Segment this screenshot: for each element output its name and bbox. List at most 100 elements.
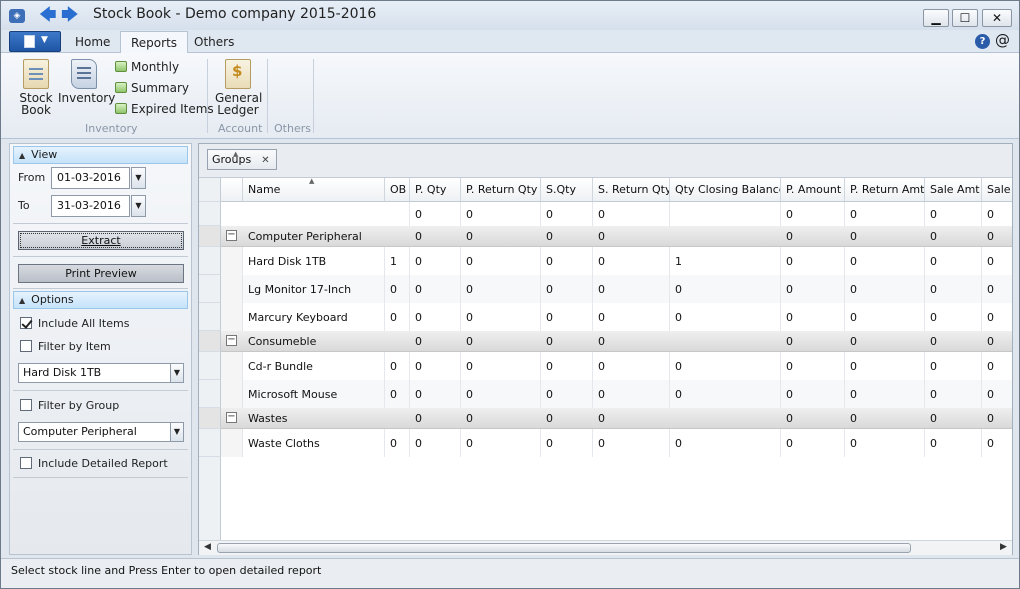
table-row[interactable]: Marcury Keyboard0000000000 (199, 303, 1012, 331)
inventory-button[interactable]: Inventory (58, 59, 110, 104)
column-header-p-amount[interactable]: P. Amount (781, 178, 845, 202)
value-cell: 0 (410, 331, 461, 351)
value-cell: 0 (593, 275, 670, 303)
general-ledger-button[interactable]: General Ledger (215, 59, 261, 116)
forward-arrow-icon[interactable]: 🡆 (61, 5, 79, 25)
column-header-qty-closing-balance[interactable]: Qty Closing Balance (670, 178, 781, 202)
collapse-icon[interactable]: − (226, 335, 237, 346)
row-selector[interactable] (199, 331, 221, 352)
collapse-icon[interactable]: − (226, 230, 237, 241)
extract-button[interactable]: Extract (18, 231, 184, 250)
indent-header (221, 178, 243, 202)
checkbox-icon (20, 457, 32, 469)
help-icon[interactable]: ? (975, 34, 990, 49)
value-cell: 0 (541, 380, 593, 408)
group-row[interactable]: −Consumeble00000000 (199, 331, 1012, 352)
table-row[interactable]: Lg Monitor 17-Inch0000000000 (199, 275, 1012, 303)
row-selector[interactable] (199, 352, 221, 380)
monthly-button[interactable]: Monthly (115, 59, 179, 75)
summary-icon (115, 82, 127, 93)
close-button[interactable]: ✕ (982, 9, 1012, 27)
column-header-p-return-qty[interactable]: P. Return Qty (461, 178, 541, 202)
column-header-s-return-qty[interactable]: S. Return Qty (593, 178, 670, 202)
value-cell: 0 (925, 408, 982, 428)
to-label: To (18, 199, 30, 212)
row-selector[interactable] (199, 226, 221, 247)
view-section-header[interactable]: ▲View (13, 146, 188, 164)
row-selector-fill (199, 457, 221, 540)
app-icon[interactable]: ◈ (9, 9, 25, 23)
expired-items-button[interactable]: Expired Items (115, 101, 214, 117)
row-indent (221, 429, 243, 457)
summary-row[interactable]: 00000000 (199, 202, 1012, 226)
value-cell: 0 (845, 247, 925, 275)
row-selector[interactable] (199, 408, 221, 429)
group-select-dropdown[interactable]: ▼ (170, 422, 184, 442)
include-detailed-report-checkbox[interactable]: Include Detailed Report (20, 457, 168, 470)
at-icon[interactable]: @ (995, 31, 1010, 49)
group-select[interactable]: Computer Peripheral ▼ (18, 422, 184, 442)
table-row[interactable]: Hard Disk 1TB1000010000 (199, 247, 1012, 275)
to-date-dropdown[interactable]: ▼ (131, 195, 146, 217)
minimize-button[interactable]: ▁ (923, 9, 949, 27)
column-header-label: P. Amount (786, 183, 841, 196)
table-row[interactable]: Cd-r Bundle0000000000 (199, 352, 1012, 380)
value-cell: 0 (410, 380, 461, 408)
scroll-right-icon[interactable]: ▶ (1000, 542, 1007, 552)
item-select-dropdown[interactable]: ▼ (170, 363, 184, 383)
item-select[interactable]: Hard Disk 1TB ▼ (18, 363, 184, 383)
value-cell: 0 (593, 352, 670, 380)
stock-book-button[interactable]: Stock Book (19, 59, 53, 116)
from-date-input[interactable]: 01-03-2016 (51, 167, 130, 189)
group-chip[interactable]: ▲ Groups✕ (207, 149, 277, 170)
value-cell: 0 (461, 352, 541, 380)
column-header-p-return-amt[interactable]: P. Return Amt (845, 178, 925, 202)
collapse-icon[interactable]: − (226, 412, 237, 423)
row-selector[interactable] (199, 429, 221, 457)
remove-group-icon[interactable]: ✕ (261, 155, 269, 166)
tab-others[interactable]: Others (184, 31, 244, 53)
row-selector[interactable] (199, 247, 221, 275)
value-cell: 0 (982, 408, 1012, 428)
filter-by-item-checkbox[interactable]: Filter by Item (20, 340, 111, 353)
group-row[interactable]: −Computer Peripheral00000000 (199, 226, 1012, 247)
group-row[interactable]: −Wastes00000000 (199, 408, 1012, 429)
to-date-input[interactable]: 31-03-2016 (51, 195, 130, 217)
include-all-items-checkbox[interactable]: Include All Items (20, 317, 129, 330)
application-menu-button[interactable]: ▼ (9, 31, 61, 52)
back-arrow-icon[interactable]: 🡄 (39, 5, 57, 25)
from-date-dropdown[interactable]: ▼ (131, 167, 146, 189)
options-section-header[interactable]: ▲Options (13, 291, 188, 309)
tab-home[interactable]: Home (65, 31, 120, 53)
column-header-sale[interactable]: Sale (982, 178, 1012, 202)
print-preview-button[interactable]: Print Preview (18, 264, 184, 283)
column-header-p-qty[interactable]: P. Qty (410, 178, 461, 202)
maximize-button[interactable]: ☐ (952, 9, 978, 27)
column-header-sale-amt[interactable]: Sale Amt (925, 178, 982, 202)
scrollbar-thumb[interactable] (217, 543, 911, 553)
row-selector[interactable] (199, 303, 221, 331)
tab-reports[interactable]: Reports (120, 31, 188, 54)
column-header-ob[interactable]: OB (385, 178, 410, 202)
value-cell: 0 (925, 247, 982, 275)
value-cell: 0 (982, 331, 1012, 351)
row-selector[interactable] (199, 275, 221, 303)
value-cell: 0 (925, 226, 982, 246)
row-selector[interactable] (199, 380, 221, 408)
table-row[interactable]: Waste Cloths0000000000 (199, 429, 1012, 457)
column-header-name[interactable]: Name▲ (243, 178, 385, 202)
scroll-left-icon[interactable]: ◀ (204, 542, 211, 552)
row-selector[interactable] (199, 202, 221, 226)
summary-button[interactable]: Summary (115, 80, 189, 96)
value-cell: 0 (461, 247, 541, 275)
value-cell: 0 (410, 275, 461, 303)
horizontal-scrollbar[interactable]: ◀ ▶ (199, 540, 1012, 555)
column-header-s-qty[interactable]: S.Qty (541, 178, 593, 202)
filter-by-group-checkbox[interactable]: Filter by Group (20, 399, 119, 412)
filter-by-group-label: Filter by Group (38, 399, 119, 412)
table-row[interactable]: Microsoft Mouse0000000000 (199, 380, 1012, 408)
value-cell: 0 (461, 331, 541, 351)
value-cell: 0 (845, 202, 925, 226)
value-cell (670, 226, 781, 246)
value-cell: 0 (982, 303, 1012, 331)
